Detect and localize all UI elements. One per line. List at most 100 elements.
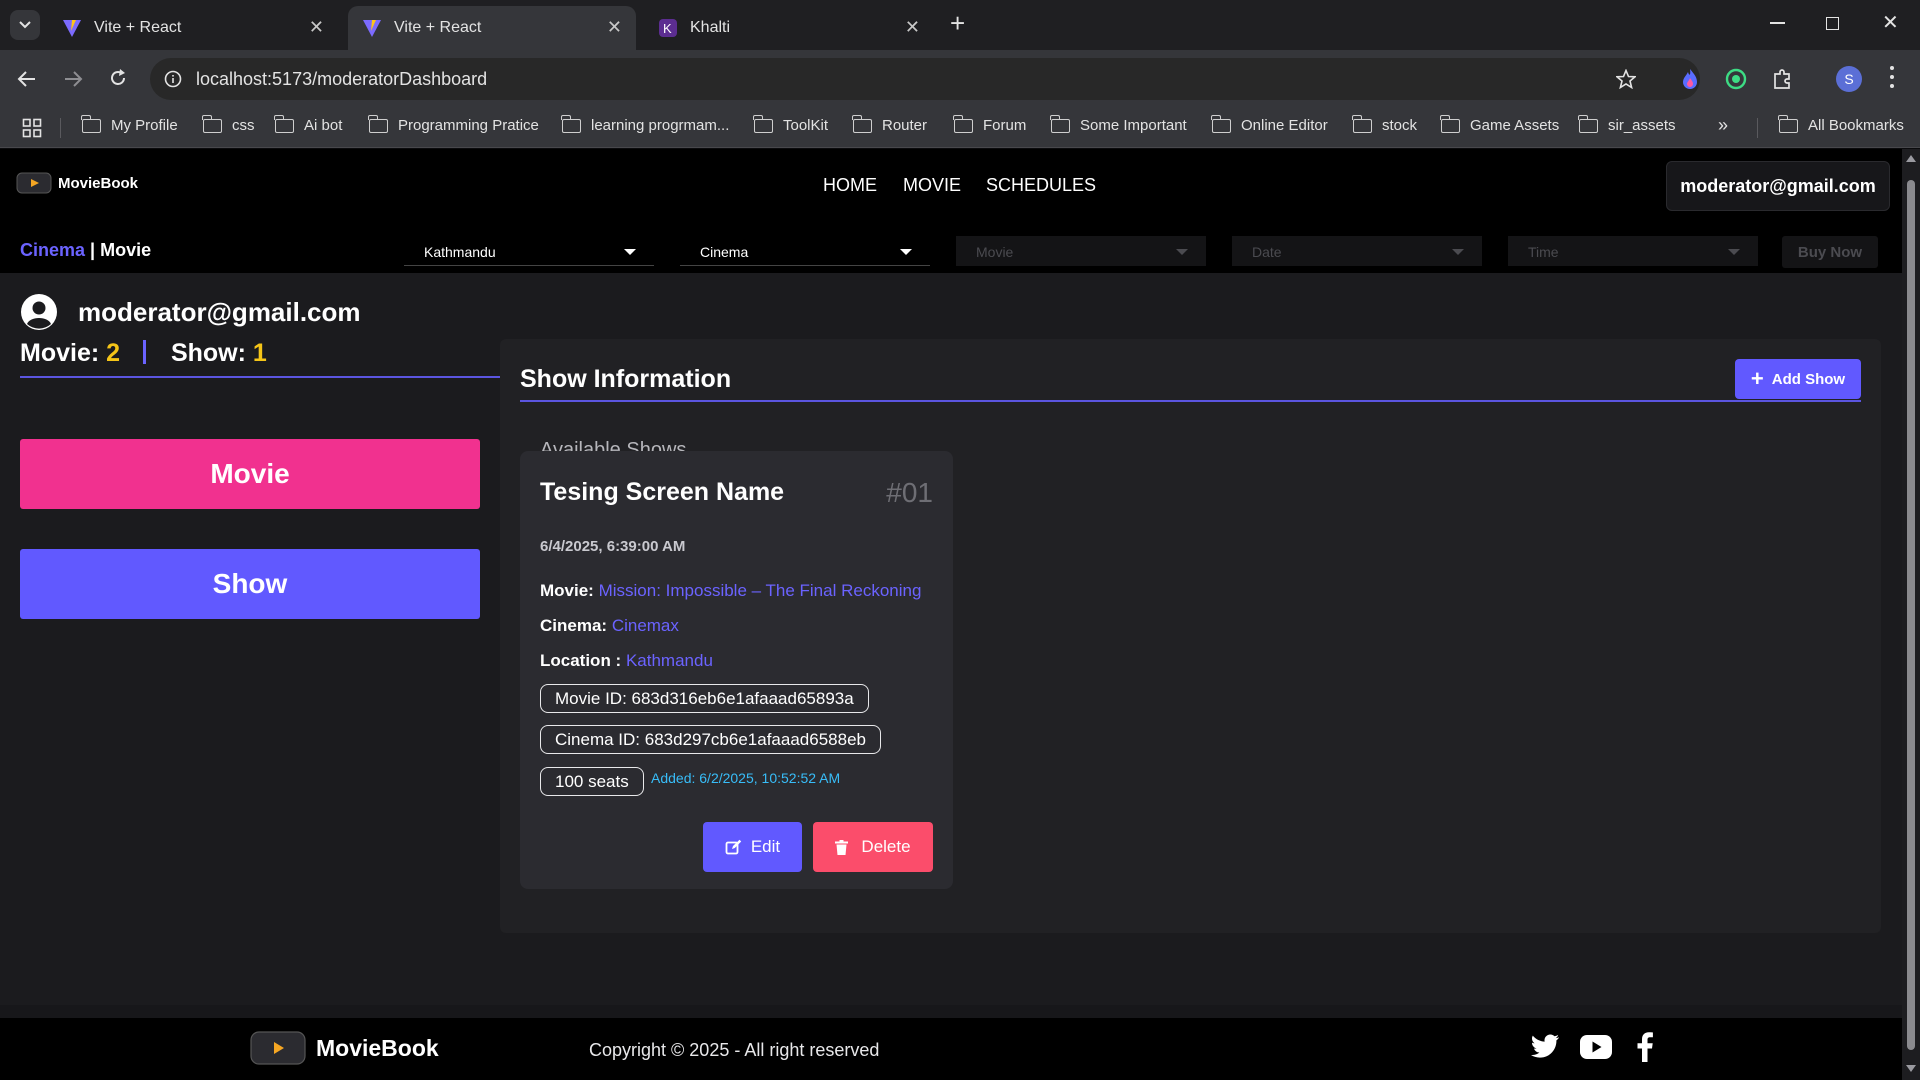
scroll-up-icon[interactable] [1906,155,1916,162]
site-info-icon[interactable] [164,70,182,88]
extensions-puzzle-icon[interactable] [1771,68,1793,90]
bookmark-label: All Bookmarks [1808,117,1904,134]
nav-home[interactable]: HOME [823,175,877,196]
more-bookmarks-icon[interactable]: » [1718,115,1728,136]
trash-icon [835,839,849,855]
location-row: Location : Kathmandu [540,651,713,671]
caret-down-icon [900,249,912,255]
facebook-icon[interactable] [1637,1032,1653,1062]
cinema-select[interactable]: Cinema [680,236,930,266]
minimize-button[interactable] [1770,22,1785,24]
close-icon[interactable]: ✕ [905,17,920,38]
bookmark-folder[interactable]: ToolKit [753,114,829,134]
location-select[interactable]: Kathmandu [404,236,654,266]
bookmark-label: Some Important [1080,117,1187,134]
nav-movie[interactable]: MOVIE [903,175,961,196]
khalti-favicon-icon: K [659,19,677,37]
bookmark-label: ToolKit [783,117,829,134]
bookmark-folder[interactable]: Ai bot [274,114,342,134]
location-link[interactable]: Kathmandu [626,651,713,670]
section-divider [520,400,1861,402]
bookmark-divider [60,118,61,138]
edit-icon [725,839,742,854]
buy-now-label: Buy Now [1797,243,1863,261]
site-navbar: MovieBook HOME MOVIE SCHEDULES moderator… [0,149,1902,273]
bookmark-folder[interactable]: Forum [953,114,1026,134]
bookmark-folder[interactable]: Some Important [1050,114,1187,134]
movie-count-label: Movie: [20,339,100,367]
folder-icon [1211,114,1231,133]
nav-schedules[interactable]: SCHEDULES [986,175,1096,196]
bookmark-folder[interactable]: Router [852,114,927,134]
folder-icon [1352,114,1372,133]
bookmark-folder[interactable]: css [202,114,255,134]
movie-tab-label: Movie [210,458,290,489]
site-footer: MovieBook Copyright © 2025 - All right r… [0,1018,1902,1080]
tab-search-button[interactable] [10,10,40,40]
show-count-label: Show: [170,339,246,367]
film-logo-icon [250,1031,306,1065]
scrollbar-thumb[interactable] [1907,180,1915,1050]
bookmark-folder[interactable]: sir_assets [1578,114,1676,134]
omnibox[interactable]: localhost:5173/moderatorDashboard [150,58,1700,100]
cinema-link[interactable]: Cinemax [612,616,679,635]
breadcrumb: Cinema | Movie [20,240,151,261]
dashboard-email: moderator@gmail.com [78,297,361,327]
profile-avatar[interactable]: S [1836,66,1862,92]
bookmark-folder[interactable]: Programming Pratice [368,114,539,134]
twitter-icon[interactable] [1530,1034,1560,1060]
bookmark-star-icon[interactable] [1616,69,1636,89]
browser-menu-icon[interactable] [1890,66,1894,92]
crumb-cinema[interactable]: Cinema [20,240,85,260]
folder-icon [753,114,773,133]
stats-divider [143,340,146,364]
select-value: Kathmandu [424,244,496,260]
new-tab-button[interactable]: + [950,8,965,39]
all-bookmarks[interactable]: All Bookmarks [1778,114,1904,134]
reload-icon[interactable] [108,68,128,88]
caret-down-icon [1176,249,1188,255]
date-select[interactable]: Date [1232,236,1482,266]
buy-now-button[interactable]: Buy Now [1782,236,1878,268]
select-value: Time [1528,244,1559,260]
movie-link[interactable]: Mission: Impossible – The Final Reckonin… [599,581,922,600]
cinema-row: Cinema: Cinemax [540,616,679,636]
bookmark-folder[interactable]: Online Editor [1211,114,1328,134]
close-icon[interactable]: ✕ [309,17,324,38]
edit-button[interactable]: Edit [703,822,802,872]
cinema-field-label: Cinema: [540,616,608,635]
user-email-button[interactable]: moderator@gmail.com [1666,161,1890,211]
movie-select[interactable]: Movie [956,236,1206,266]
footer-brand[interactable]: MovieBook [250,1030,439,1066]
extension-flame-icon[interactable] [1680,68,1700,90]
film-logo-icon [16,172,52,194]
close-icon[interactable]: ✕ [607,17,622,38]
show-tab-button[interactable]: Show [20,549,480,619]
page-viewport: MovieBook HOME MOVIE SCHEDULES moderator… [0,149,1902,1080]
restore-button[interactable] [1826,17,1839,30]
forward-icon[interactable] [63,70,83,88]
back-icon[interactable] [17,70,37,88]
close-window-button[interactable]: ✕ [1882,10,1899,35]
select-value: Cinema [700,244,749,260]
browser-tab[interactable]: K Khalti ✕ [644,6,934,50]
url-text[interactable]: localhost:5173/moderatorDashboard [196,69,487,90]
delete-button[interactable]: Delete [813,822,933,872]
browser-tab[interactable]: Vite + React ✕ [48,6,338,50]
youtube-icon[interactable] [1580,1035,1612,1059]
added-timestamp: Added: 6/2/2025, 10:52:52 AM [651,770,841,786]
scroll-down-icon[interactable] [1906,1065,1916,1072]
bookmark-folder[interactable]: Game Assets [1440,114,1559,134]
movie-tab-button[interactable]: Movie [20,439,480,509]
bookmark-folder[interactable]: stock [1352,114,1417,134]
extension-circle-icon[interactable] [1725,68,1747,90]
bookmark-folder[interactable]: learning progrmam... [561,114,729,134]
time-select[interactable]: Time [1508,236,1758,266]
brand-logo[interactable]: MovieBook [16,171,138,195]
apps-grid-icon[interactable] [22,118,42,138]
crumb-movie[interactable]: Movie [100,240,151,260]
browser-tab-active[interactable]: Vite + React ✕ [348,6,636,50]
add-show-button[interactable]: + Add Show [1735,359,1861,399]
bookmark-folder[interactable]: My Profile [81,114,178,134]
select-value: Date [1252,244,1282,260]
